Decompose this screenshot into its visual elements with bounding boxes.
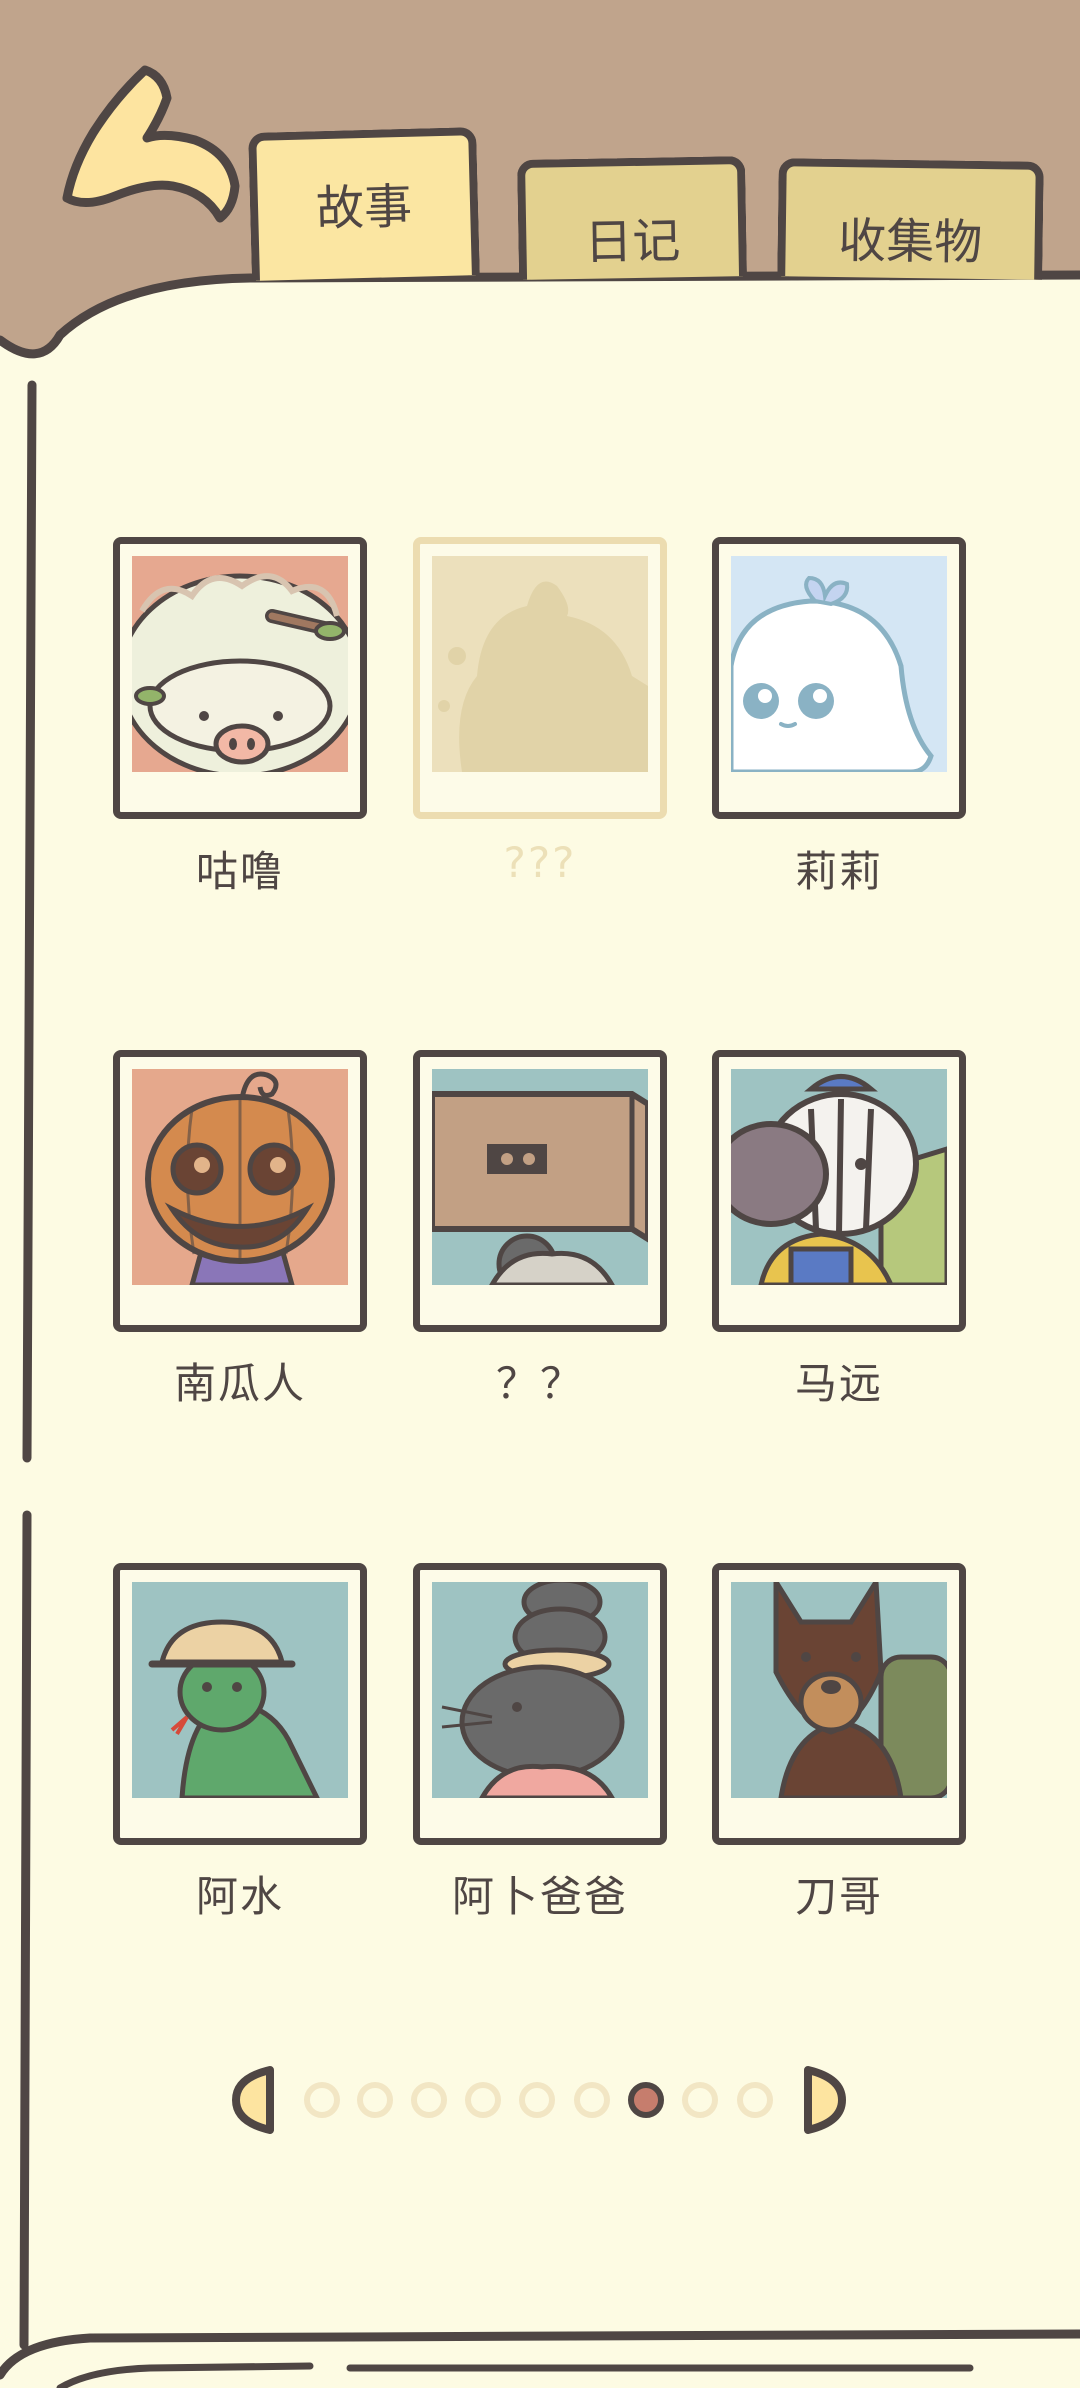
character-name-lili: 莉莉	[794, 847, 883, 896]
character-card-ma-yuan[interactable]	[712, 1050, 966, 1332]
page-dot-8[interactable]	[682, 2082, 718, 2118]
character-card-dao-ge[interactable]	[712, 1563, 966, 1845]
character-portrait-locked	[432, 556, 648, 772]
character-portrait-unknown	[432, 1069, 648, 1285]
character-card-lili[interactable]	[712, 537, 966, 819]
character-portrait-ma-yuan	[731, 1069, 947, 1285]
page-dot-5[interactable]	[519, 2082, 555, 2118]
page-dot-6[interactable]	[574, 2082, 610, 2118]
character-portrait-a-shui	[132, 1582, 348, 1798]
character-card-abu-father[interactable]	[413, 1563, 667, 1845]
page-dot-1[interactable]	[304, 2082, 340, 2118]
character-card-gulu[interactable]	[113, 537, 367, 819]
page-dot-3[interactable]	[411, 2082, 447, 2118]
page-dot-9[interactable]	[737, 2082, 773, 2118]
tab-collection-label: 收集物	[837, 212, 983, 272]
character-name-gulu: 咕噜	[195, 847, 284, 896]
character-portrait-lili	[731, 556, 947, 772]
character-card-a-shui[interactable]	[113, 1563, 367, 1845]
page-dot-4[interactable]	[465, 2082, 501, 2118]
character-portrait-gulu	[132, 556, 348, 772]
character-name-abu-father: 阿卜爸爸	[451, 1872, 628, 1921]
tab-story-label: 故事	[315, 178, 413, 238]
character-portrait-dao-ge	[731, 1582, 947, 1798]
character-name-locked: ???	[503, 838, 577, 887]
page-dot-7-current[interactable]	[628, 2082, 664, 2118]
tab-diary[interactable]: 日记	[516, 156, 748, 280]
tab-diary-label: 日记	[583, 213, 681, 271]
next-page-icon[interactable]	[800, 2064, 850, 2136]
page-dot-2[interactable]	[357, 2082, 393, 2118]
character-name-unknown: ？？	[495, 1359, 584, 1408]
previous-page-icon[interactable]	[228, 2064, 278, 2136]
character-portrait-pumpkin-man	[132, 1069, 348, 1285]
character-name-dao-ge: 刀哥	[794, 1872, 883, 1921]
character-name-a-shui: 阿水	[195, 1872, 284, 1921]
character-portrait-abu-father	[432, 1582, 648, 1798]
tab-story[interactable]: 故事	[248, 127, 480, 281]
character-name-ma-yuan: 马远	[794, 1359, 883, 1408]
character-card-locked[interactable]	[413, 537, 667, 819]
tab-collection[interactable]: 收集物	[777, 158, 1044, 280]
character-card-unknown[interactable]	[413, 1050, 667, 1332]
character-name-pumpkin-man: 南瓜人	[173, 1359, 306, 1408]
back-arrow-icon[interactable]	[55, 58, 240, 233]
character-card-pumpkin-man[interactable]	[113, 1050, 367, 1332]
